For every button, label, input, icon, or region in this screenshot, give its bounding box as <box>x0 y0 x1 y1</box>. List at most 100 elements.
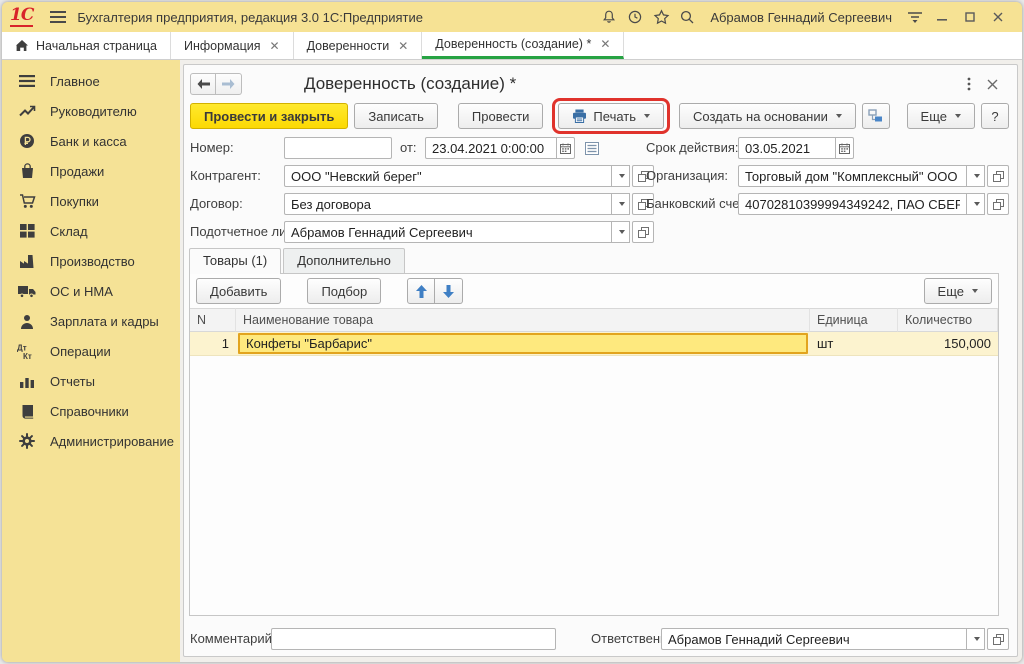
service-menu-icon[interactable] <box>902 6 928 28</box>
responsible-input[interactable] <box>661 628 967 650</box>
selected-cell[interactable]: Конфеты "Барбарис" <box>238 333 808 354</box>
dropdown-caret-icon <box>836 114 842 118</box>
dropdown-caret-icon <box>972 289 978 293</box>
print-button[interactable]: Печать <box>558 103 664 129</box>
add-row-button[interactable]: Добавить <box>196 278 281 304</box>
responsible-dropdown-button[interactable] <box>967 628 985 650</box>
more-button[interactable]: Еще <box>907 103 975 129</box>
counterparty-dropdown-button[interactable] <box>612 165 630 187</box>
tab-home[interactable]: Начальная страница <box>2 32 171 59</box>
goods-table-toolbar: Добавить Подбор <box>190 274 998 308</box>
accountable-person-dropdown-button[interactable] <box>612 221 630 243</box>
bank-account-dropdown-button[interactable] <box>967 193 985 215</box>
notifications-bell-icon[interactable] <box>596 6 622 28</box>
sidebar-item-bank-cash[interactable]: Банк и касса <box>2 126 180 156</box>
sidebar-item-administration[interactable]: Администрирование <box>2 426 180 456</box>
open-in-form-icon <box>638 227 649 238</box>
home-icon <box>15 39 29 52</box>
move-down-button[interactable] <box>435 278 463 304</box>
sidebar-item-purchases[interactable]: Покупки <box>2 186 180 216</box>
unit-cell[interactable]: шт <box>810 332 898 356</box>
comment-input[interactable] <box>271 628 556 650</box>
item-name-cell[interactable]: Конфеты "Барбарис" <box>236 332 810 356</box>
dropdown-caret-icon <box>974 637 980 641</box>
sidebar-item-fixed-assets[interactable]: ОС и НМА <box>2 276 180 306</box>
post-button[interactable]: Провести <box>458 103 544 129</box>
counterparty-input[interactable] <box>284 165 612 187</box>
col-header-qty[interactable]: Количество <box>898 308 998 332</box>
tab-close-icon[interactable]: ✕ <box>398 39 408 53</box>
related-documents-button[interactable] <box>862 103 890 129</box>
history-icon[interactable] <box>622 6 648 28</box>
write-button[interactable]: Записать <box>354 103 438 129</box>
bank-account-open-button[interactable] <box>987 193 1009 215</box>
col-header-name[interactable]: Наименование товара <box>236 308 810 332</box>
create-based-on-button[interactable]: Создать на основании <box>679 103 856 129</box>
form-close-icon[interactable] <box>987 79 1009 90</box>
organization-input[interactable] <box>738 165 967 187</box>
date-input[interactable] <box>425 137 557 159</box>
title-bar: 1С Бухгалтерия предприятия, редакция 3.0… <box>2 2 1022 32</box>
contract-input[interactable] <box>284 193 612 215</box>
organization-dropdown-button[interactable] <box>967 165 985 187</box>
contract-dropdown-button[interactable] <box>612 193 630 215</box>
sidebar-item-directories[interactable]: Справочники <box>2 396 180 426</box>
help-button[interactable]: ? <box>981 103 1009 129</box>
sidebar-item-reports[interactable]: Отчеты <box>2 366 180 396</box>
move-up-button[interactable] <box>407 278 435 304</box>
close-button[interactable] <box>984 6 1012 28</box>
sidebar-item-main[interactable]: Главное <box>2 66 180 96</box>
sidebar-item-operations[interactable]: ДтКт Операции <box>2 336 180 366</box>
quantity-cell[interactable]: 150,000 <box>898 332 998 356</box>
arrow-right-icon <box>222 79 235 89</box>
responsible-open-button[interactable] <box>987 628 1009 650</box>
col-header-n[interactable]: N <box>190 308 236 332</box>
validity-label: Срок действия: <box>646 137 739 159</box>
bank-account-input[interactable] <box>738 193 967 215</box>
sidebar-item-warehouse[interactable]: Склад <box>2 216 180 246</box>
boxes-grid-icon <box>17 222 37 240</box>
main-area: Доверенность (создание) * Провести и зак… <box>180 60 1022 662</box>
calendar-picker-button[interactable] <box>836 137 854 159</box>
minimize-button[interactable] <box>928 6 956 28</box>
sidebar-item-sales[interactable]: Продажи <box>2 156 180 186</box>
tab-information[interactable]: Информация ✕ <box>171 32 294 59</box>
tab-powers-of-attorney-list[interactable]: Доверенности ✕ <box>294 32 423 59</box>
nav-back-button[interactable] <box>190 73 216 95</box>
sidebar-item-manager[interactable]: Руководителю <box>2 96 180 126</box>
accountable-person-input[interactable] <box>284 221 612 243</box>
tab-goods[interactable]: Товары (1) <box>189 248 281 274</box>
number-input[interactable] <box>284 137 392 159</box>
pick-button[interactable]: Подбор <box>307 278 381 304</box>
app-window: 1С Бухгалтерия предприятия, редакция 3.0… <box>2 2 1022 662</box>
post-and-close-button[interactable]: Провести и закрыть <box>190 103 348 129</box>
nav-forward-button[interactable] <box>216 73 242 95</box>
search-icon[interactable] <box>674 6 700 28</box>
favorites-star-icon[interactable] <box>648 6 674 28</box>
current-user[interactable]: Абрамов Геннадий Сергеевич <box>710 10 892 25</box>
document-fields: Номер: от: Срок действия: <box>184 133 1017 247</box>
calendar-picker-button[interactable] <box>557 137 575 159</box>
sidebar-item-production[interactable]: Производство <box>2 246 180 276</box>
col-header-unit[interactable]: Единица <box>810 308 898 332</box>
main-menu-icon[interactable] <box>45 6 71 28</box>
date-from-label: от: <box>400 137 417 159</box>
row-number-cell[interactable]: 1 <box>190 332 236 356</box>
tab-close-icon[interactable]: ✕ <box>600 37 610 51</box>
tab-close-icon[interactable]: ✕ <box>270 39 280 53</box>
table-more-button[interactable]: Еще <box>924 278 992 304</box>
open-in-form-icon <box>993 634 1004 645</box>
maximize-button[interactable] <box>956 6 984 28</box>
document-title: Доверенность (создание) * <box>304 74 516 94</box>
validity-date-input[interactable] <box>738 137 836 159</box>
accountable-person-open-button[interactable] <box>632 221 654 243</box>
organization-open-button[interactable] <box>987 165 1009 187</box>
document-journal-button[interactable] <box>582 137 602 159</box>
tab-power-of-attorney-new[interactable]: Доверенность (создание) * ✕ <box>422 32 624 59</box>
table-empty-area[interactable] <box>190 356 998 615</box>
shopping-bag-icon <box>17 162 37 180</box>
truck-icon <box>17 282 37 300</box>
more-dots-icon[interactable] <box>967 77 987 91</box>
tab-additional[interactable]: Дополнительно <box>283 248 405 273</box>
sidebar-item-payroll-hr[interactable]: Зарплата и кадры <box>2 306 180 336</box>
